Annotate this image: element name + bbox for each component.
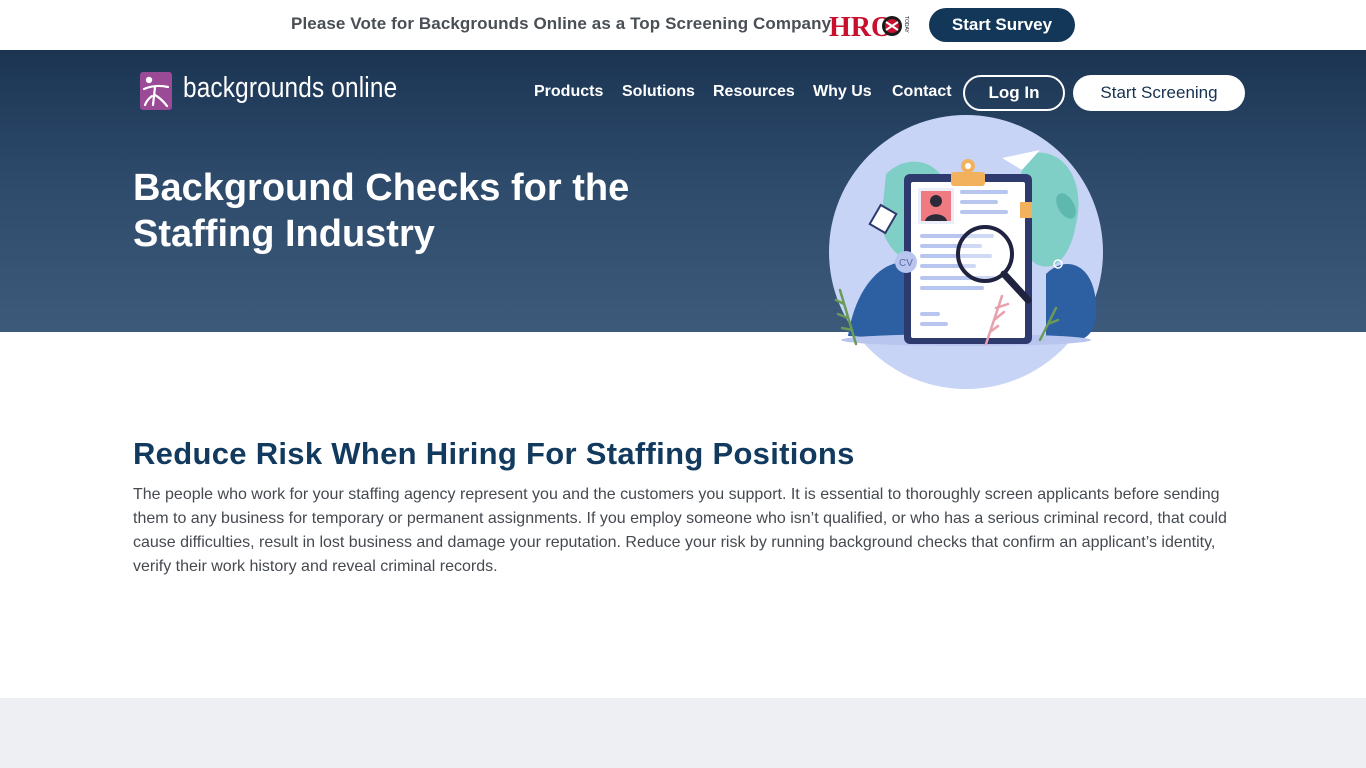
promo-text: Please Vote for Backgrounds Online as a …	[291, 14, 832, 33]
svg-text:TODAY: TODAY	[903, 16, 909, 33]
resume-magnifier-illustration: CV	[829, 115, 1103, 389]
section-heading: Reduce Risk When Hiring For Staffing Pos…	[133, 436, 855, 471]
brand-wordmark[interactable]: backgrounds online	[183, 72, 397, 105]
start-survey-button[interactable]: Start Survey	[929, 8, 1075, 42]
nav-resources[interactable]: Resources	[713, 83, 795, 101]
log-in-button[interactable]: Log In	[963, 75, 1065, 111]
page-title: Background Checks for the Staffing Indus…	[133, 165, 753, 257]
backgrounds-online-logo-icon[interactable]	[140, 72, 172, 110]
section-paragraph: The people who work for your staffing ag…	[133, 486, 1227, 575]
svg-text:CV: CV	[899, 258, 913, 269]
nav-contact[interactable]: Contact	[892, 83, 952, 101]
promo-bar: Please Vote for Backgrounds Online as a …	[0, 0, 1366, 50]
nav-solutions[interactable]: Solutions	[622, 83, 695, 101]
start-screening-button[interactable]: Start Screening	[1073, 75, 1245, 111]
page-title-line-2: Staffing Industry	[133, 213, 435, 255]
hro-today-logo: HRO TODAY	[829, 12, 909, 42]
nav-why-us[interactable]: Why Us	[813, 83, 872, 101]
nav-products[interactable]: Products	[534, 83, 603, 101]
next-section-band	[0, 698, 1366, 768]
page-title-line-1: Background Checks for the	[133, 167, 630, 209]
